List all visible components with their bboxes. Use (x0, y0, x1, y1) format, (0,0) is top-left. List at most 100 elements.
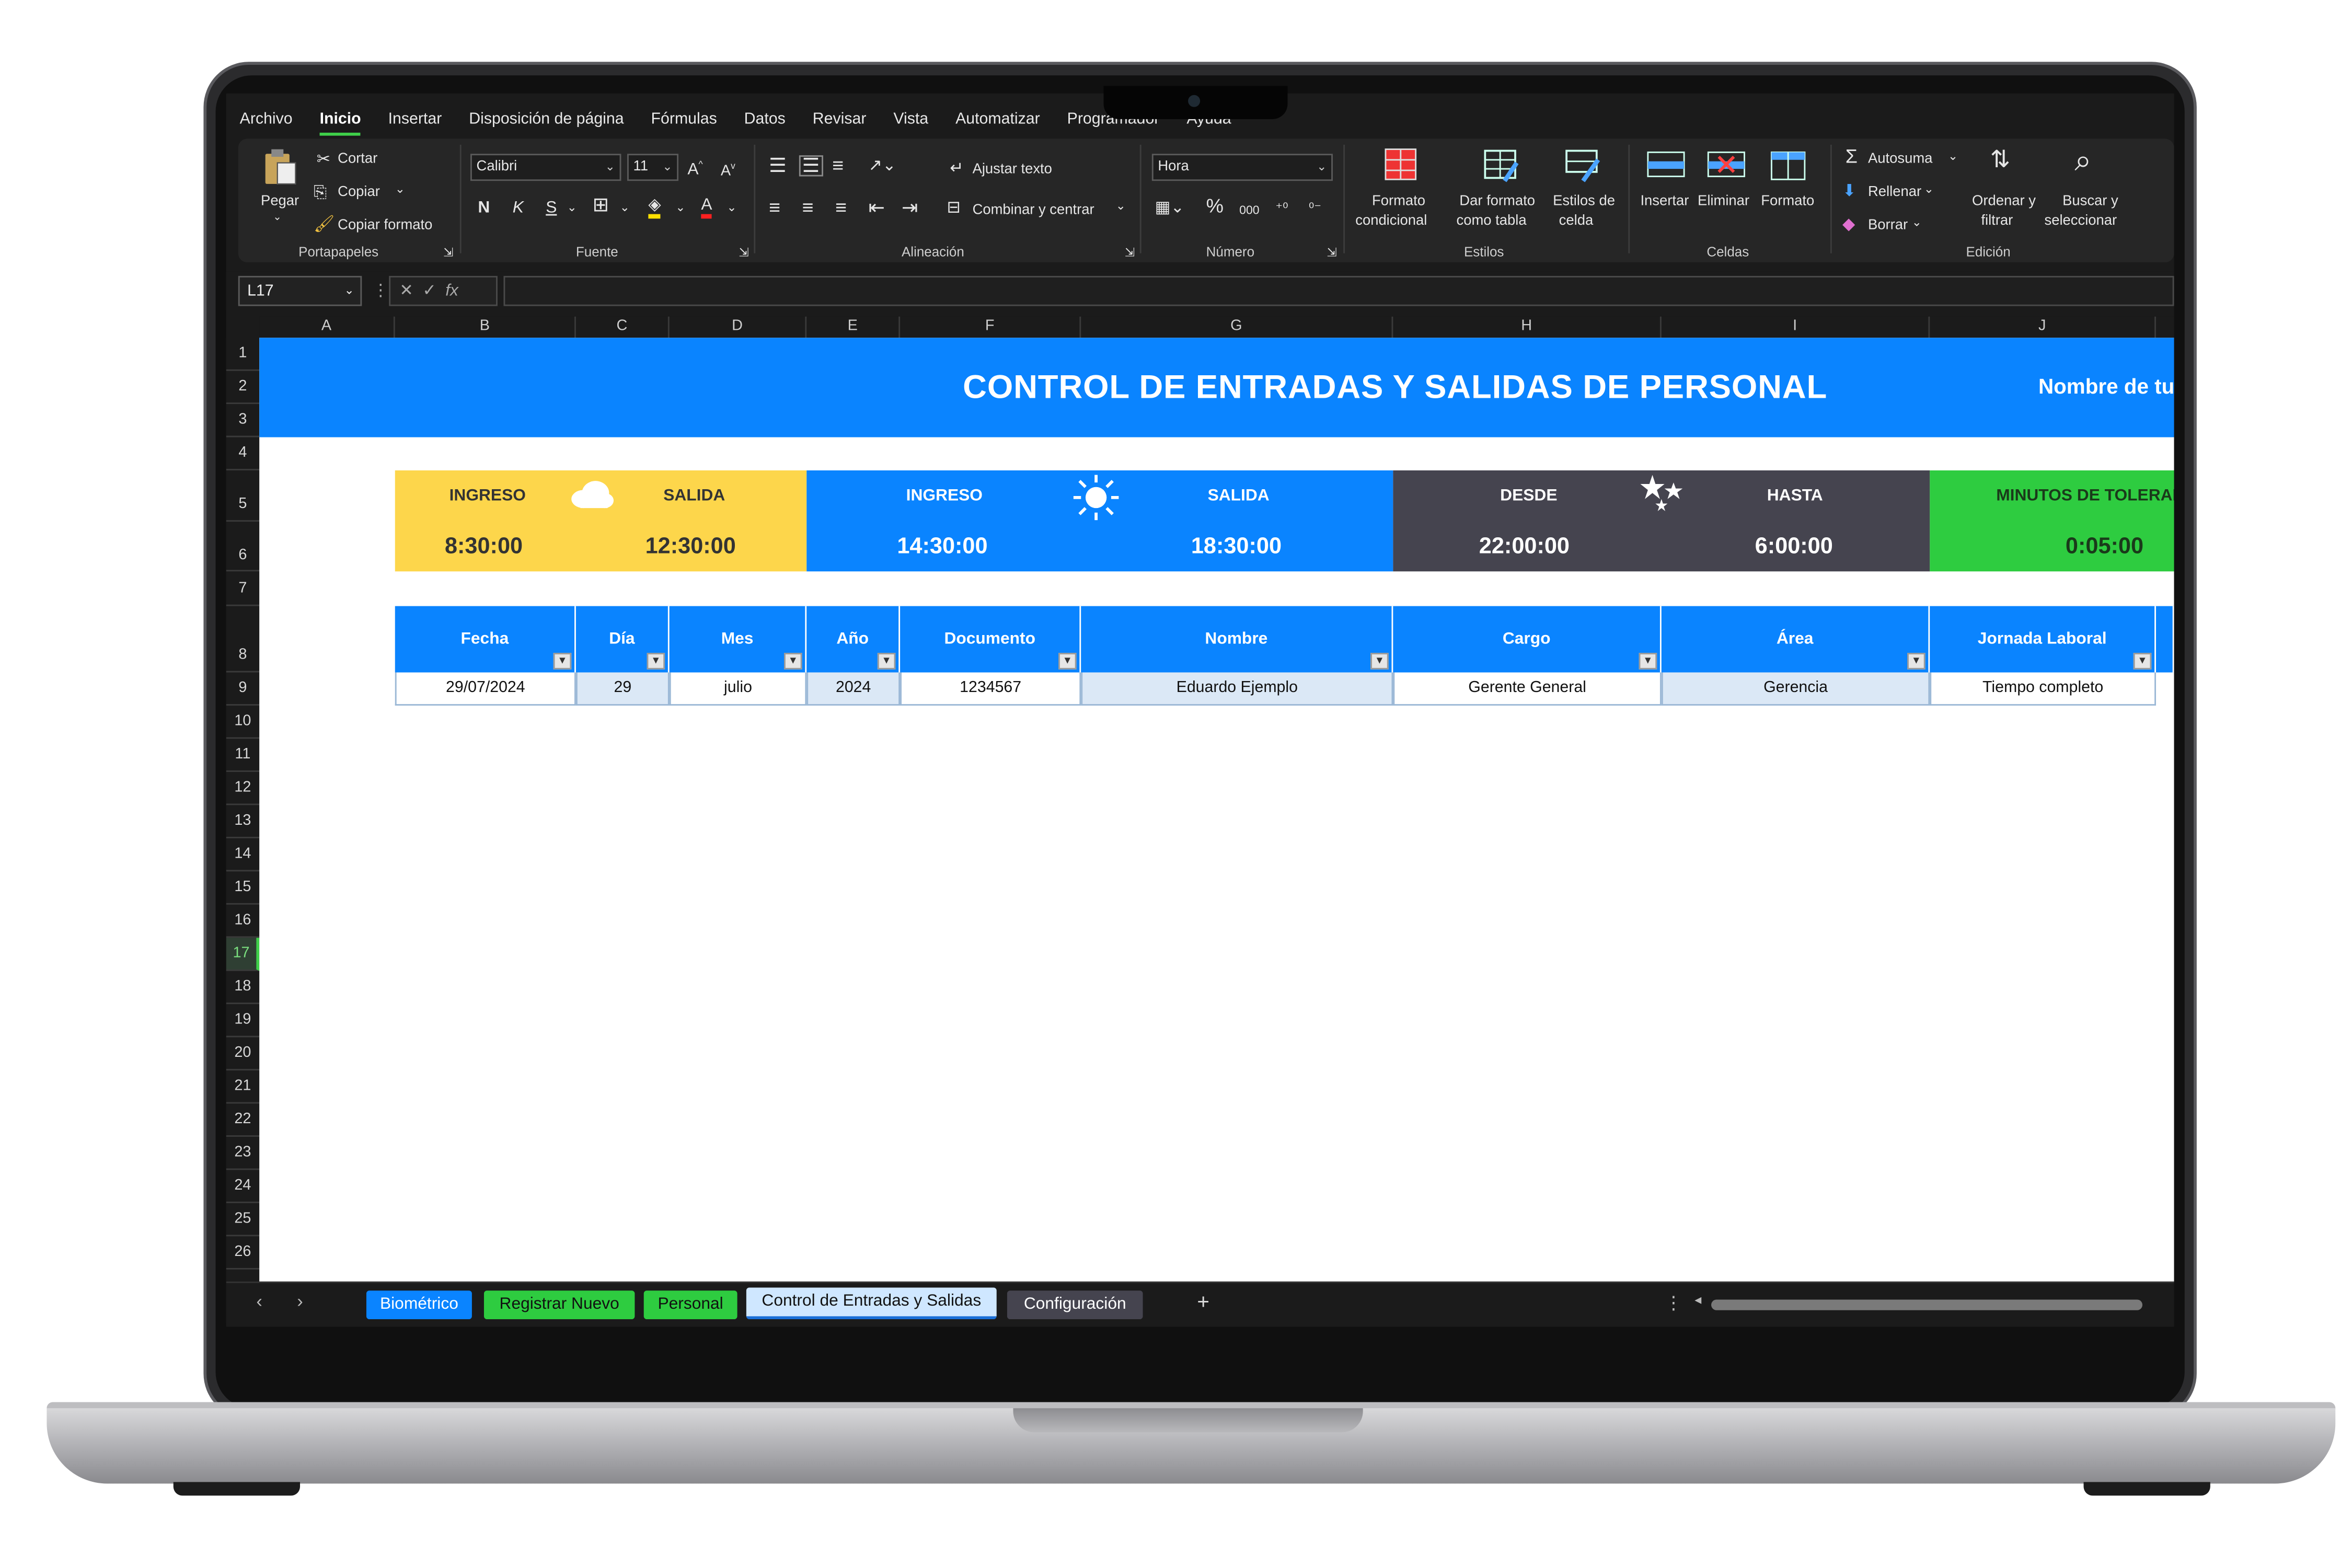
grow-font-icon[interactable]: A^ (687, 157, 702, 179)
column-header[interactable]: G (1081, 316, 1393, 338)
thousands-button[interactable]: 000 (1239, 202, 1260, 221)
column-header[interactable]: A (259, 316, 395, 338)
chevron-left-icon[interactable]: ‹ (256, 1290, 262, 1311)
chevron-down-icon[interactable]: ⌄ (620, 199, 630, 217)
filter-icon[interactable]: ▾ (1370, 653, 1389, 670)
column-header[interactable]: I (1662, 316, 1930, 338)
filter-icon[interactable]: ▾ (647, 653, 665, 670)
filter-icon[interactable]: ▾ (783, 653, 802, 670)
dialog-launcher-icon[interactable]: ⇲ (1327, 244, 1336, 262)
row-header[interactable]: 8 (226, 606, 260, 673)
row-header[interactable]: 21 (226, 1070, 260, 1104)
tab-personal[interactable]: Personal (643, 1290, 737, 1320)
chevron-right-icon[interactable]: › (297, 1290, 303, 1311)
worksheet[interactable]: CONTROL DE ENTRADAS Y SALIDAS DE PERSONA… (259, 338, 2174, 1282)
align-right-icon[interactable]: ≡ (835, 198, 847, 217)
column-header[interactable]: B (395, 316, 576, 338)
tab-control-entradas-salidas[interactable]: Control de Entradas y Salidas (746, 1287, 997, 1320)
column-header[interactable]: C (576, 316, 670, 338)
orientation-icon[interactable]: ↗⌄ (869, 157, 896, 175)
row-header[interactable]: 23 (226, 1137, 260, 1170)
more-icon[interactable]: ⋮ (1665, 1292, 1683, 1313)
row-header[interactable]: 19 (226, 1004, 260, 1037)
cell-nombre[interactable]: Eduardo Ejemplo (1081, 672, 1393, 706)
font-size-select[interactable]: 11 ⌄ (627, 154, 679, 181)
horizontal-scrollbar[interactable] (1711, 1299, 2143, 1310)
chevron-down-icon[interactable]: ⌄ (675, 199, 685, 217)
row-header[interactable]: 4 (226, 437, 260, 470)
row-header[interactable]: 6 (226, 522, 260, 572)
row-header[interactable]: 10 (226, 706, 260, 739)
row-header[interactable]: 13 (226, 805, 260, 838)
row-header[interactable]: 1 (226, 338, 260, 371)
row-header[interactable]: 15 (226, 871, 260, 905)
row-header[interactable]: 26 (226, 1236, 260, 1270)
menu-vista[interactable]: Vista (893, 106, 928, 136)
formula-input[interactable] (503, 275, 2174, 306)
row-header-selected[interactable]: 17 (226, 938, 260, 971)
align-middle-icon[interactable]: ☰ (799, 155, 823, 177)
row-header[interactable]: 14 (226, 838, 260, 872)
row-header[interactable]: 7 (226, 571, 260, 606)
cell-area[interactable]: Gerencia (1661, 672, 1930, 706)
scroll-left-icon[interactable]: ◂ (1694, 1292, 1701, 1309)
row-header[interactable]: 5 (226, 470, 260, 522)
column-header[interactable]: J (1930, 316, 2156, 338)
header-jornada[interactable]: Jornada Laboral ▾ (1930, 606, 2156, 673)
column-header[interactable]: H (1393, 316, 1662, 338)
row-header[interactable]: 20 (226, 1037, 260, 1071)
row-header[interactable]: 16 (226, 905, 260, 938)
font-name-select[interactable]: Calibri ⌄ (470, 154, 621, 181)
tab-registrar-nuevo[interactable]: Registrar Nuevo (483, 1290, 635, 1320)
shrink-font-icon[interactable]: Av (721, 158, 735, 181)
dialog-launcher-icon[interactable]: ⇲ (1125, 244, 1135, 262)
row-header[interactable]: 2 (226, 371, 260, 405)
align-left-icon[interactable]: ≡ (769, 198, 780, 217)
cell-jornada[interactable]: Tiempo completo (1930, 672, 2156, 706)
menu-datos[interactable]: Datos (744, 106, 786, 136)
borders-icon[interactable]: ⊞ (593, 194, 609, 214)
add-sheet-button[interactable]: + (1197, 1289, 1209, 1313)
header-area[interactable]: Área ▾ (1661, 606, 1930, 673)
formula-controls[interactable]: ✕✓fx (389, 275, 498, 306)
menu-inicio[interactable]: Inicio (319, 106, 361, 136)
align-center-icon[interactable]: ≡ (802, 198, 814, 217)
bold-button[interactable]: N (478, 199, 490, 217)
header-fecha[interactable]: Fecha ▾ (395, 606, 576, 673)
fill-color-icon[interactable]: ◈ (648, 196, 661, 219)
decrease-indent-icon[interactable]: ⇤ (869, 198, 885, 217)
name-box[interactable]: L17 ⌄ (238, 275, 362, 306)
menu-revisar[interactable]: Revisar (813, 106, 867, 136)
row-header[interactable]: 18 (226, 971, 260, 1005)
cell-cargo[interactable]: Gerente General (1393, 672, 1662, 706)
filter-icon[interactable]: ▾ (877, 653, 896, 670)
dialog-launcher-icon[interactable]: ⇲ (739, 244, 748, 262)
header-documento[interactable]: Documento ▾ (900, 606, 1081, 673)
align-top-icon[interactable]: ☰ (769, 155, 787, 175)
underline-button[interactable]: S (546, 199, 557, 217)
header-dia[interactable]: Día ▾ (575, 606, 670, 673)
menu-formulas[interactable]: Fórmulas (651, 106, 717, 136)
chevron-down-icon[interactable]: ⌄ (727, 199, 736, 217)
row-header[interactable]: 9 (226, 673, 260, 706)
font-color-icon[interactable]: A (701, 196, 712, 219)
percent-button[interactable]: % (1206, 196, 1224, 216)
decrease-decimal-icon[interactable]: ⁰⁻ (1309, 199, 1321, 217)
increase-decimal-icon[interactable]: ⁺⁰ (1275, 199, 1288, 217)
row-header[interactable]: 3 (226, 404, 260, 437)
filter-icon[interactable]: ▾ (1907, 653, 1926, 670)
tab-biometrico[interactable]: Biométrico (366, 1290, 472, 1320)
italic-button[interactable]: K (513, 199, 524, 217)
filter-icon[interactable]: ▾ (2133, 653, 2152, 670)
accounting-format-icon[interactable]: ▦⌄ (1155, 199, 1185, 217)
filter-icon[interactable]: ▾ (1639, 653, 1657, 670)
cell-fecha[interactable]: 29/07/2024 (395, 672, 576, 706)
number-format-select[interactable]: Hora ⌄ (1151, 154, 1333, 181)
row-header[interactable]: 22 (226, 1104, 260, 1137)
row-header[interactable]: 11 (226, 739, 260, 772)
dialog-launcher-icon[interactable]: ⇲ (443, 244, 453, 262)
cell-dia[interactable]: 29 (575, 672, 670, 706)
chevron-down-icon[interactable]: ⌄ (567, 199, 577, 217)
header-anio[interactable]: Año ▾ (806, 606, 901, 673)
header-cargo[interactable]: Cargo ▾ (1393, 606, 1662, 673)
